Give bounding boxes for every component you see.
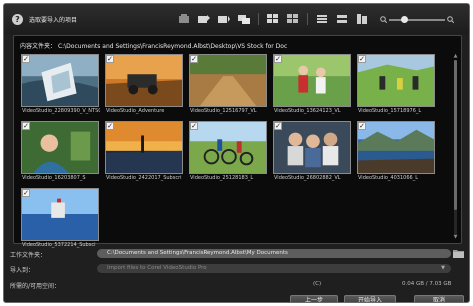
thumbnail-image <box>357 54 435 107</box>
chevron-down-icon: ▼ <box>441 265 445 271</box>
space-label: 所需的/可用空间： <box>10 283 61 290</box>
scroll-down-icon[interactable]: ▼ <box>453 235 458 240</box>
deselect-icon[interactable] <box>285 12 301 26</box>
content-folder-path: 内容文件夹： C:\Documents and Settings\Francis… <box>20 41 287 50</box>
item-caption: VideoStudio_25128183_L <box>190 175 254 181</box>
space-value: 0.04 GB / 7.03 GB <box>402 281 452 287</box>
item-checkbox[interactable]: ✓ <box>22 189 30 197</box>
working-folder-label: 工作文件夹： <box>10 252 47 259</box>
zoom-in-icon <box>447 16 454 23</box>
import-to-select[interactable]: Import files to Corel VideoStudio Pro ▼ <box>97 264 451 273</box>
item-caption: VideoStudio_5372214_Subsci <box>22 242 96 248</box>
media-item[interactable]: ✓ VideoStudio_22809390_V_NTSC <box>21 54 100 115</box>
thumbnail-image <box>357 121 435 174</box>
vertical-scrollbar[interactable]: ▲ ▼ <box>453 54 458 240</box>
item-checkbox[interactable]: ✓ <box>358 122 366 130</box>
media-item[interactable]: ✓ VideoStudio_26802882_VL <box>273 121 351 182</box>
item-caption: VideoStudio_4031066_L <box>358 175 418 181</box>
settings-icon[interactable] <box>354 12 370 26</box>
view-icon[interactable] <box>176 12 192 26</box>
item-checkbox[interactable]: ✓ <box>190 122 198 130</box>
item-caption: VideoStudio_26802882_VL <box>274 175 341 181</box>
item-caption: VideoStudio_16203807_S <box>22 175 86 181</box>
thumbnail-image <box>273 54 351 107</box>
media-item[interactable]: ✓ VideoStudio_4031066_L <box>357 121 435 182</box>
content-panel: 内容文件夹： C:\Documents and Settings\Francis… <box>13 35 462 248</box>
media-item[interactable]: ✓ VideoStudio_5372214_Subsci <box>21 188 99 249</box>
thumbnail-image <box>21 54 99 107</box>
cancel-button[interactable]: 取消 <box>414 295 464 302</box>
toolbar-divider <box>307 13 308 25</box>
thumbnail-image <box>105 54 183 107</box>
thumbnail-image <box>21 188 99 241</box>
media-item[interactable]: ✓ VideoStudio_12516797_VL <box>189 54 267 115</box>
item-checkbox[interactable]: ✓ <box>274 122 282 130</box>
item-checkbox[interactable]: ✓ <box>22 122 30 130</box>
zoom-slider[interactable] <box>389 16 445 23</box>
item-caption: VideoStudio_15718976_L <box>358 108 422 114</box>
title-bar: ? 选取要导入的项目 <box>4 4 469 34</box>
thumbnail-grid: ✓ VideoStudio_22809390_V_NTSC ✓ VideoStu… <box>21 54 441 249</box>
item-checkbox[interactable]: ✓ <box>274 55 282 63</box>
sort-icon[interactable] <box>196 12 212 26</box>
toolbar-divider <box>258 13 259 25</box>
import-to-value: Import files to Corel VideoStudio Pro <box>107 265 207 271</box>
select-icon[interactable] <box>236 12 252 26</box>
item-checkbox[interactable]: ✓ <box>190 55 198 63</box>
scroll-up-icon[interactable]: ▲ <box>453 54 458 59</box>
folder-icon[interactable] <box>453 249 465 258</box>
item-caption: VideoStudio_12516797_VL <box>190 108 257 114</box>
zoom-icon <box>380 16 387 23</box>
back-button[interactable]: 上一步 <box>290 295 338 302</box>
import-dialog: ? 选取要导入的项目 内容文件夹： C:\Documents and Setti… <box>3 3 470 303</box>
import-to-label: 导入到： <box>10 267 35 274</box>
list-icon[interactable] <box>216 12 232 26</box>
space-drive: (C) <box>313 281 322 287</box>
item-checkbox[interactable]: ✓ <box>22 55 30 63</box>
thumbnail-image <box>189 54 267 107</box>
media-item[interactable]: ✓ VideoStudio_Adventure <box>105 54 183 115</box>
content-folder-value: C:\Documents and Settings\FrancisReymond… <box>57 43 288 50</box>
start-import-button[interactable]: 开始导入 <box>344 295 396 302</box>
media-item[interactable]: ✓ VideoStudio_25128183_L <box>189 121 267 182</box>
item-checkbox[interactable]: ✓ <box>106 122 114 130</box>
rotate-left-icon[interactable] <box>314 12 330 26</box>
item-caption: VideoStudio_22809390_V_NTSC <box>22 108 100 114</box>
working-folder-field[interactable]: C:\Documents and Settings\FrancisReymond… <box>97 249 451 258</box>
media-item[interactable]: ✓ VideoStudio_15718976_L <box>357 54 435 115</box>
select-all-icon[interactable] <box>265 12 281 26</box>
thumbnail-image <box>105 121 183 174</box>
item-checkbox[interactable]: ✓ <box>106 55 114 63</box>
item-caption: VideoStudio_13624123_VL <box>274 108 341 114</box>
help-icon[interactable]: ? <box>12 14 23 25</box>
thumbnail-image <box>189 121 267 174</box>
dialog-title: 选取要导入的项目 <box>29 17 78 24</box>
toolbar <box>176 12 374 26</box>
thumbnail-image <box>21 121 99 174</box>
zoom-slider-thumb[interactable] <box>401 16 409 23</box>
media-item[interactable]: ✓ VideoStudio_16203807_S <box>21 121 99 182</box>
thumbnail-image <box>273 121 351 174</box>
item-caption: VideoStudio_Adventure <box>106 108 165 114</box>
item-caption: VideoStudio_2422017_Subscri <box>106 175 182 181</box>
scroll-thumb[interactable] <box>454 60 457 210</box>
content-folder-label: 内容文件夹： <box>20 43 57 50</box>
media-item[interactable]: ✓ VideoStudio_2422017_Subscri <box>105 121 183 182</box>
item-checkbox[interactable]: ✓ <box>358 55 366 63</box>
rotate-right-icon[interactable] <box>334 12 350 26</box>
media-item[interactable]: ✓ VideoStudio_13624123_VL <box>273 54 351 115</box>
